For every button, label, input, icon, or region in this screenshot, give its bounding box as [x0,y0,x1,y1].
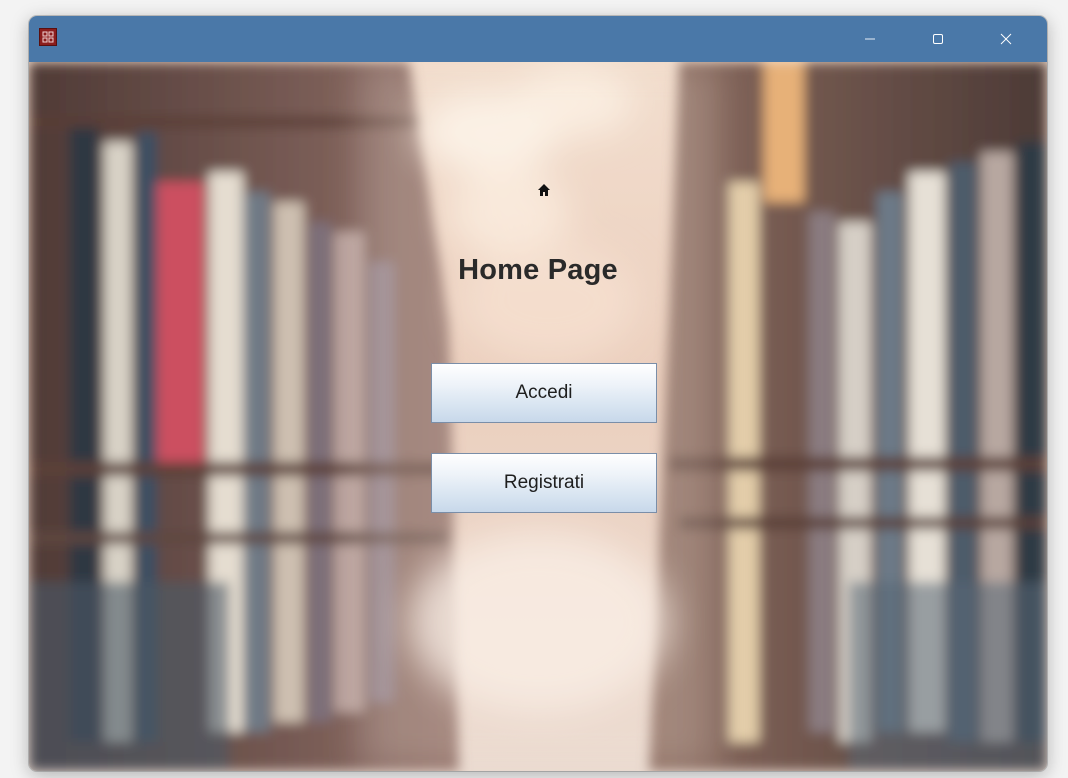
login-button[interactable]: Accedi [431,363,657,423]
close-button[interactable] [975,16,1037,62]
page-title: Home Page [458,254,618,286]
home-panel: Home Page Accedi Registrati [29,62,1047,771]
maximize-icon [933,34,943,44]
minimize-icon [865,38,875,40]
minimize-button[interactable] [839,16,901,62]
close-icon [1000,33,1012,45]
title-bar[interactable] [29,16,1047,62]
app-logo-icon [39,28,57,46]
home-icon [538,184,550,196]
register-button[interactable]: Registrati [431,453,657,513]
app-window: Home Page Accedi Registrati [29,16,1047,771]
maximize-button[interactable] [907,16,969,62]
